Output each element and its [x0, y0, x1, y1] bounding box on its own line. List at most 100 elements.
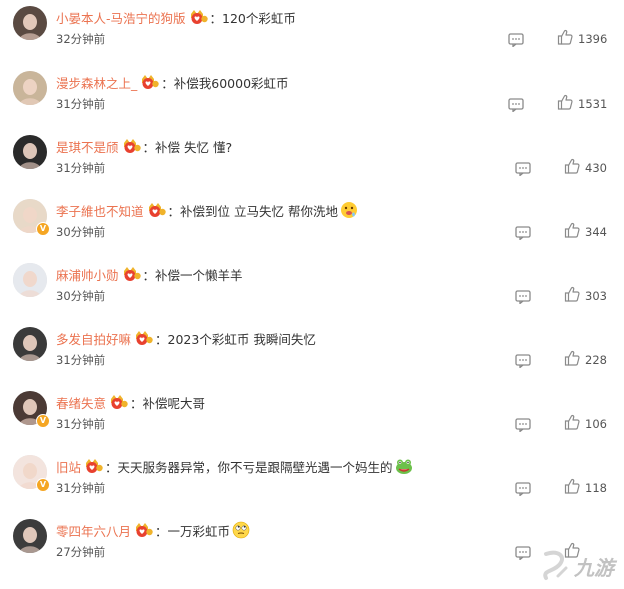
comment-line: 多发自拍好嘛 ： 2023个彩虹币 我瞬间失忆	[56, 327, 316, 349]
comment-item: 漫步森林之上_ ： 补偿我60000彩虹币 31分钟前 1531	[0, 69, 624, 129]
username-link[interactable]: 李子維也不知道	[56, 201, 144, 220]
comment-line: 是琪不是颀 ： 补偿 失忆 懂?	[56, 135, 232, 157]
fan-medal-icon	[122, 138, 142, 154]
thumbs-up-icon[interactable]	[564, 350, 580, 366]
comment-item: V 李子維也不知道 ： 补偿到位 立马失忆 帮你洗地 30分钟前 344	[0, 197, 624, 257]
comment-icon[interactable]	[515, 353, 531, 369]
like-count: 344	[585, 225, 607, 239]
like-count: 1531	[578, 97, 608, 111]
like-count: 106	[585, 417, 607, 431]
thumbs-up-icon[interactable]	[564, 158, 580, 174]
comment-item: 是琪不是颀 ： 补偿 失忆 懂? 31分钟前 430	[0, 133, 624, 193]
thumbs-up-icon[interactable]	[564, 478, 580, 494]
verified-badge-icon: V	[36, 414, 50, 428]
like-count: 118	[585, 481, 607, 495]
avatar[interactable]	[13, 6, 47, 40]
comment-line: 春绪失意 ： 补偿呢大哥	[56, 391, 205, 413]
fan-medal-icon	[147, 202, 167, 218]
verified-badge-icon: V	[36, 222, 50, 236]
thumbs-up-icon[interactable]	[564, 286, 580, 302]
colon-separator: ：	[105, 459, 118, 475]
fan-medal-icon	[140, 74, 160, 90]
comment-icon[interactable]	[515, 417, 531, 433]
comment-time: 31分钟前	[56, 97, 106, 111]
avatar[interactable]	[13, 519, 47, 553]
comment-item: 零四年六八月 ： 一万彩虹币 27分钟前	[0, 517, 624, 577]
comment-time: 27分钟前	[56, 545, 106, 559]
comment-time: 31分钟前	[56, 161, 106, 175]
username-link[interactable]: 小晏本人-马浩宁的狗版	[56, 8, 186, 27]
colon-separator: ：	[142, 267, 156, 283]
username-link[interactable]: 旧站	[56, 457, 81, 476]
username-link[interactable]: 多发自拍好嘛	[56, 329, 131, 348]
comment-item: V 春绪失意 ： 补偿呢大哥 31分钟前 106	[0, 389, 624, 449]
comment-line: 漫步森林之上_ ： 补偿我60000彩虹币	[56, 71, 289, 93]
colon-separator: ：	[209, 10, 223, 26]
avatar[interactable]	[13, 135, 47, 169]
comment-text: 补偿呢大哥	[142, 395, 206, 411]
fan-medal-icon	[134, 330, 154, 346]
fan-medal-icon	[189, 9, 209, 25]
thumbs-up-icon[interactable]	[557, 94, 573, 110]
comment-icon[interactable]	[515, 289, 531, 305]
like-count: 1396	[578, 32, 608, 46]
username-link[interactable]: 春绪失意	[56, 393, 106, 412]
comment-item: V 旧站 ： 天天服务器异常，你不亏是跟隔壁光遇一个妈生的 31分钟前 118	[0, 453, 624, 513]
comment-text: 补偿我60000彩虹币	[173, 75, 289, 91]
comment-time: 30分钟前	[56, 225, 106, 239]
like-count: 303	[585, 289, 607, 303]
comment-text: 2023个彩虹币 我瞬间失忆	[167, 331, 316, 347]
comment-icon[interactable]	[508, 32, 524, 48]
comment-text: 一万彩虹币	[167, 523, 231, 539]
comment-time: 30分钟前	[56, 289, 106, 303]
comment-text: 天天服务器异常，你不亏是跟隔壁光遇一个妈生的	[117, 459, 393, 475]
comment-icon[interactable]	[515, 545, 531, 561]
avatar[interactable]	[13, 327, 47, 361]
comment-time: 31分钟前	[56, 417, 106, 431]
comment-line: 小晏本人-马浩宁的狗版 ： 120个彩虹币	[56, 6, 296, 28]
comment-icon[interactable]	[515, 481, 531, 497]
fan-medal-icon	[134, 522, 154, 538]
watermark-brand: 九游	[574, 556, 614, 580]
thumbs-up-icon[interactable]	[564, 414, 580, 430]
drool-face-emoji	[340, 201, 358, 219]
username-link[interactable]: 是琪不是颀	[56, 137, 119, 156]
comment-line: 旧站 ： 天天服务器异常，你不亏是跟隔壁光遇一个妈生的	[56, 455, 413, 477]
comment-item: 多发自拍好嘛 ： 2023个彩虹币 我瞬间失忆 31分钟前 228	[0, 325, 624, 385]
colon-separator: ：	[155, 331, 168, 347]
comment-item: 麻浦帅小勋 ： 补偿一个懒羊羊 30分钟前 303	[0, 261, 624, 321]
verified-badge-icon: V	[36, 478, 50, 492]
fan-medal-icon	[109, 394, 129, 410]
thumbs-up-icon[interactable]	[564, 222, 580, 238]
fan-medal-icon	[122, 266, 142, 282]
comment-line: 李子維也不知道 ： 补偿到位 立马失忆 帮你洗地	[56, 199, 358, 221]
comment-time: 31分钟前	[56, 353, 106, 367]
avatar[interactable]	[13, 71, 47, 105]
avatar[interactable]	[13, 263, 47, 297]
colon-separator: ：	[155, 523, 168, 539]
rolling-eyes-emoji	[232, 521, 250, 539]
colon-separator: ：	[130, 395, 143, 411]
colon-separator: ：	[142, 139, 156, 155]
fan-medal-icon	[84, 458, 104, 474]
comment-line: 零四年六八月 ： 一万彩虹币	[56, 519, 250, 541]
comment-text: 补偿一个懒羊羊	[155, 267, 243, 283]
comment-icon[interactable]	[515, 225, 531, 241]
frog-emoji	[395, 457, 413, 475]
comment-line: 麻浦帅小勋 ： 补偿一个懒羊羊	[56, 263, 243, 285]
username-link[interactable]: 麻浦帅小勋	[56, 265, 119, 284]
like-count: 430	[585, 161, 607, 175]
comment-icon[interactable]	[508, 97, 524, 113]
thumbs-up-icon[interactable]	[557, 29, 573, 45]
comment-icon[interactable]	[515, 161, 531, 177]
username-link[interactable]: 零四年六八月	[56, 521, 131, 540]
comment-text: 120个彩虹币	[222, 10, 296, 26]
comment-time: 32分钟前	[56, 32, 106, 46]
colon-separator: ：	[167, 203, 181, 219]
username-link[interactable]: 漫步森林之上_	[56, 73, 137, 92]
colon-separator: ：	[161, 75, 174, 91]
like-count: 228	[585, 353, 607, 367]
comment-text: 补偿 失忆 懂?	[155, 139, 233, 155]
comment-item: 小晏本人-马浩宁的狗版 ： 120个彩虹币 32分钟前 1396	[0, 4, 624, 64]
comment-text: 补偿到位 立马失忆 帮你洗地	[180, 203, 338, 219]
